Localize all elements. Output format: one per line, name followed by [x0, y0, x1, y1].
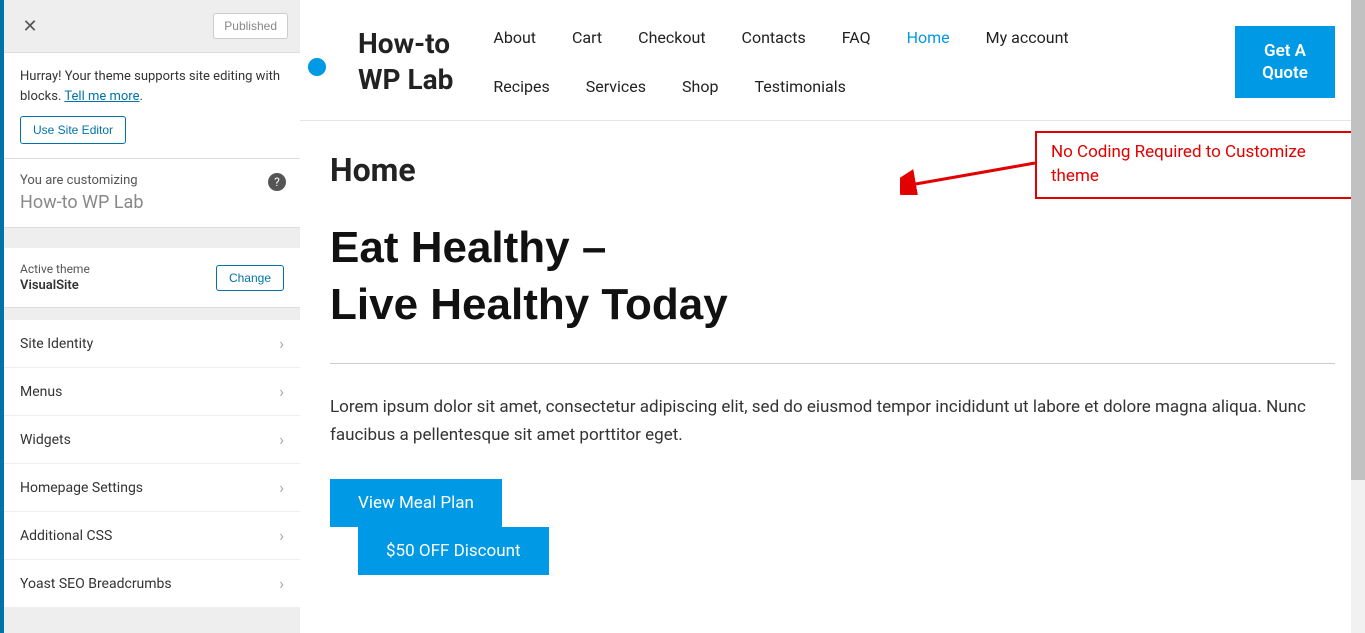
nav-link[interactable]: Checkout	[638, 28, 705, 47]
hero-heading: Eat Healthy – Live Healthy Today	[330, 219, 1335, 333]
nav-link[interactable]: Shop	[682, 77, 718, 96]
nav-row-2: Recipes Services Shop Testimonials	[493, 69, 1235, 104]
site-header: How-toWP Lab About Cart Checkout Contacts FA…	[300, 0, 1365, 104]
scrollbar-track[interactable]	[1351, 0, 1365, 633]
nav-row-1: About Cart Checkout Contacts FAQ Home My accou…	[493, 20, 1235, 55]
help-icon[interactable]: ?	[268, 173, 286, 191]
change-theme-button[interactable]: Change	[216, 265, 284, 291]
customizing-panel: You are customizing How-to WP Lab ?	[4, 159, 300, 228]
notice-text: Hurray! Your theme supports site editing…	[20, 67, 284, 106]
logo-icon	[308, 58, 326, 76]
customizing-label: You are customizing	[20, 173, 284, 188]
close-button[interactable]: ✕	[12, 8, 48, 44]
customizer-menu-item[interactable]: Menus ›	[4, 368, 300, 416]
hero-line-1: Eat Healthy –	[330, 219, 1335, 276]
menu-item-label: Yoast SEO Breadcrumbs	[20, 576, 172, 592]
chevron-right-icon: ›	[279, 334, 284, 353]
customizer-menu-list: Site Identity›Menus›Widgets›Homepage Set…	[4, 320, 300, 608]
divider	[330, 363, 1335, 364]
hero-line-2: Live Healthy Today	[330, 276, 1335, 333]
chevron-right-icon: ›	[279, 574, 284, 593]
close-icon: ✕	[22, 16, 37, 37]
cta-row: View Meal Plan $50 OFF Discount	[330, 479, 1335, 575]
notice-period: .	[139, 89, 142, 104]
nav-link[interactable]: FAQ	[842, 28, 871, 47]
main-nav: About Cart Checkout Contacts FAQ Home My accou…	[493, 20, 1235, 104]
theme-name: VisualSite	[20, 278, 90, 293]
customizing-site-name: How-to WP Lab	[20, 192, 284, 213]
customizer-menu-item[interactable]: Homepage Settings ›	[4, 464, 300, 512]
tell-me-more-link[interactable]: Tell me more	[64, 89, 139, 104]
site-title-text: How-toWP Lab	[358, 26, 453, 99]
site-editor-notice: Hurray! Your theme supports site editing…	[4, 53, 300, 159]
published-button[interactable]: Published	[213, 13, 288, 39]
menu-item-label: Site Identity	[20, 336, 93, 352]
annotation-box: No Coding Required to Customize theme	[1035, 131, 1365, 199]
customizer-menu-item[interactable]: Site Identity ›	[4, 320, 300, 368]
menu-item-label: Menus	[20, 384, 62, 400]
nav-link[interactable]: About	[493, 28, 536, 47]
menu-item-label: Additional CSS	[20, 528, 112, 544]
nav-link[interactable]: Cart	[572, 28, 602, 47]
nav-link[interactable]: Home	[907, 28, 950, 47]
nav-link[interactable]: Recipes	[493, 77, 549, 96]
body-text: Lorem ipsum dolor sit amet, consectetur …	[330, 394, 1335, 448]
chevron-right-icon: ›	[279, 430, 284, 449]
spacer	[4, 228, 300, 248]
customizer-menu-item[interactable]: Yoast SEO Breadcrumbs ›	[4, 560, 300, 608]
nav-link[interactable]: Testimonials	[754, 77, 845, 96]
view-meal-plan-button[interactable]: View Meal Plan	[330, 479, 502, 527]
page-content: No Coding Required to Customize theme Ho…	[300, 120, 1365, 605]
get-quote-button[interactable]: Get A Quote	[1235, 26, 1335, 98]
chevron-right-icon: ›	[279, 478, 284, 497]
discount-button[interactable]: $50 OFF Discount	[358, 527, 549, 575]
scrollbar-thumb[interactable]	[1351, 0, 1365, 480]
chevron-right-icon: ›	[279, 526, 284, 545]
customizer-menu-item[interactable]: Widgets ›	[4, 416, 300, 464]
sidebar-top-bar: ✕ Published	[4, 0, 300, 53]
notice-prefix: Hurray! Your theme supports site editing…	[20, 69, 280, 104]
customizer-sidebar: ✕ Published Hurray! Your theme supports …	[0, 0, 300, 633]
nav-link[interactable]: My account	[986, 28, 1069, 47]
site-title: How-toWP Lab	[358, 26, 453, 99]
active-theme-panel: Active theme VisualSite Change	[4, 248, 300, 308]
menu-item-label: Widgets	[20, 432, 71, 448]
customizer-menu-item[interactable]: Additional CSS ›	[4, 512, 300, 560]
use-site-editor-button[interactable]: Use Site Editor	[20, 116, 126, 144]
nav-link[interactable]: Contacts	[742, 28, 806, 47]
annotation-arrow-icon	[900, 155, 1040, 195]
menu-item-label: Homepage Settings	[20, 480, 143, 496]
chevron-right-icon: ›	[279, 382, 284, 401]
active-theme-label: Active theme	[20, 262, 90, 276]
nav-link[interactable]: Services	[586, 77, 646, 96]
preview-pane: How-toWP Lab About Cart Checkout Contacts FA…	[300, 0, 1365, 633]
